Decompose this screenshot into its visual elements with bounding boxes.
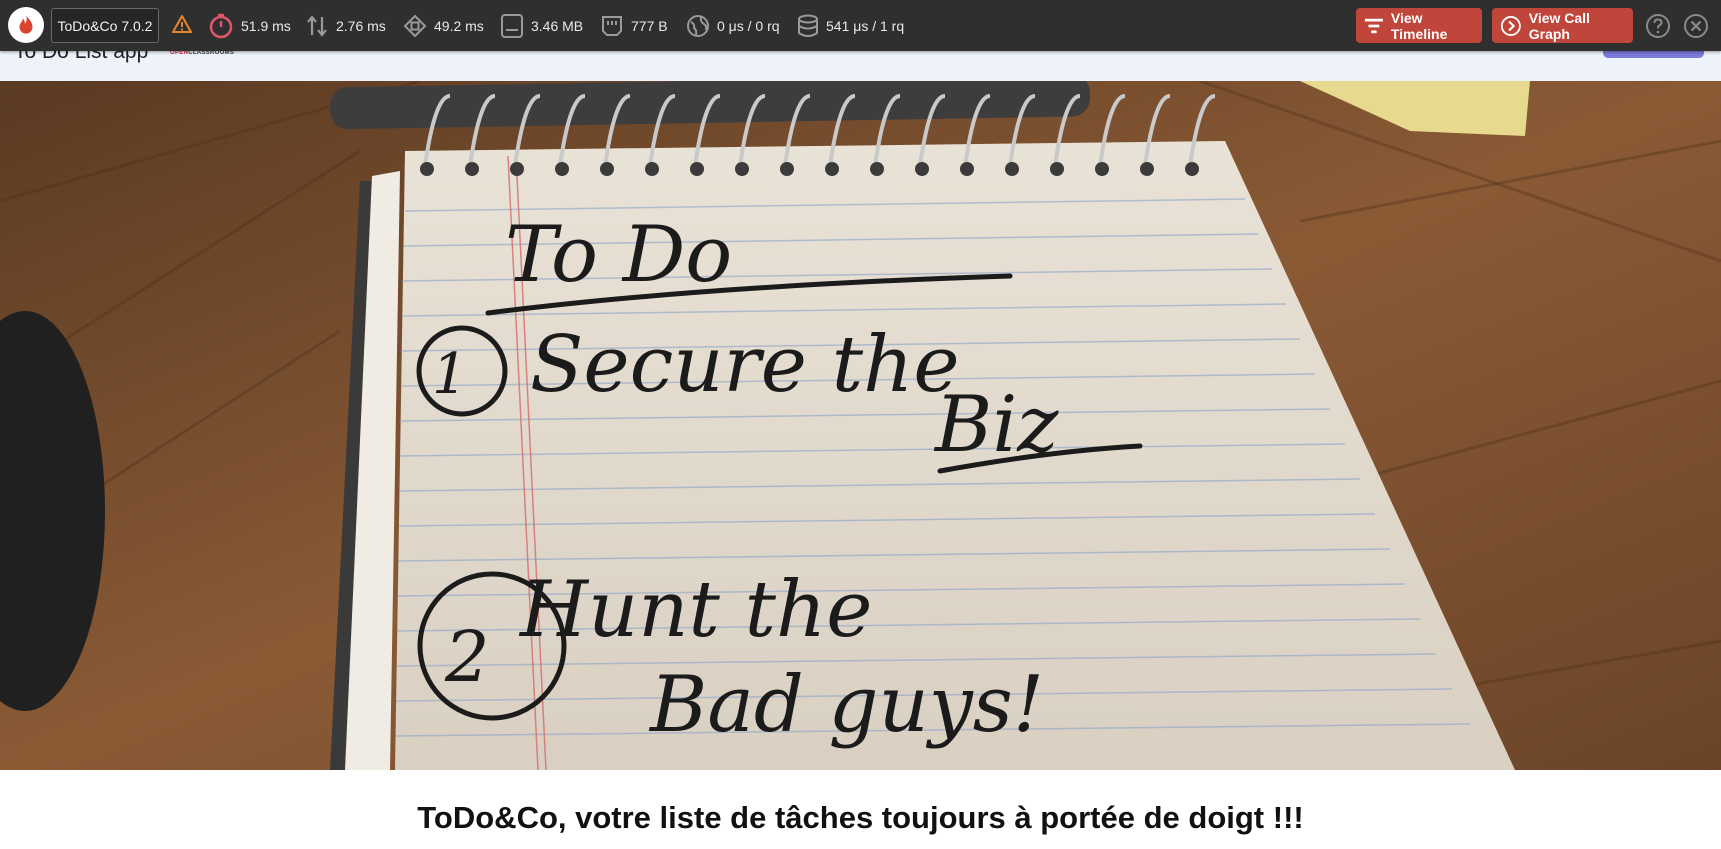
memory-value: 3.46 MB: [531, 17, 584, 34]
metric-cpu-time[interactable]: 49.2 ms: [403, 0, 484, 51]
sql-queries-value: 541 μs / 1 rq: [826, 17, 905, 34]
page-tagline: ToDo&Co, votre liste de tâches toujours …: [417, 800, 1304, 835]
metric-wall-time[interactable]: 51.9 ms: [208, 0, 291, 51]
wall-time-value: 51.9 ms: [241, 17, 291, 34]
view-call-graph-label: View Call Graph: [1528, 9, 1590, 42]
help-icon[interactable]: [1645, 13, 1671, 44]
view-timeline-label: View Timeline: [1390, 9, 1448, 42]
flame-icon[interactable]: [8, 7, 44, 43]
handwritten-item2b: Bad guys!: [648, 660, 1044, 750]
metric-io-wait[interactable]: 2.76 ms: [305, 0, 386, 51]
app-version-badge[interactable]: ToDo&Co 7.0.2: [51, 8, 159, 43]
handwritten-item2a: Hunt the: [518, 565, 872, 655]
notepad-image: To Do Secure the Biz Hunt the Bad guys! …: [0, 81, 1721, 770]
io-wait-value: 2.76 ms: [336, 17, 386, 34]
network-value: 777 B: [631, 17, 668, 34]
up-down-arrows-icon: [307, 14, 327, 37]
http-requests-value: 0 μs / 0 rq: [717, 17, 780, 34]
memory-icon: [501, 13, 523, 38]
close-icon[interactable]: [1683, 13, 1709, 44]
metric-sql-queries[interactable]: 541 μs / 1 rq: [797, 0, 904, 51]
handwritten-title: To Do: [505, 210, 732, 300]
chevron-circle-icon: [1500, 15, 1521, 36]
globe-icon: [687, 14, 709, 37]
cpu-time-value: 49.2 ms: [434, 17, 484, 34]
hero-image: To Do Secure the Biz Hunt the Bad guys! …: [0, 81, 1721, 770]
view-call-graph-button[interactable]: View Call Graph: [1492, 8, 1633, 43]
cpu-chip-icon: [403, 14, 427, 37]
profiler-toolbar: ToDo&Co 7.0.2 51.9 ms 2.76 ms 49.2 ms 3.…: [0, 0, 1721, 51]
stopwatch-icon: [209, 13, 233, 38]
handwritten-num2: 2: [444, 616, 490, 698]
metric-http-requests[interactable]: 0 μs / 0 rq: [686, 0, 780, 51]
metric-memory[interactable]: 3.46 MB: [500, 0, 583, 51]
handwritten-item1: Secure the: [530, 320, 960, 410]
timeline-icon: [1364, 18, 1383, 33]
network-port-icon: [602, 15, 622, 36]
database-icon: [798, 14, 818, 37]
view-timeline-button[interactable]: View Timeline: [1356, 8, 1482, 43]
warning-triangle-icon[interactable]: [172, 15, 192, 38]
metric-network[interactable]: 777 B: [600, 0, 668, 51]
handwritten-num1: 1: [432, 342, 468, 407]
